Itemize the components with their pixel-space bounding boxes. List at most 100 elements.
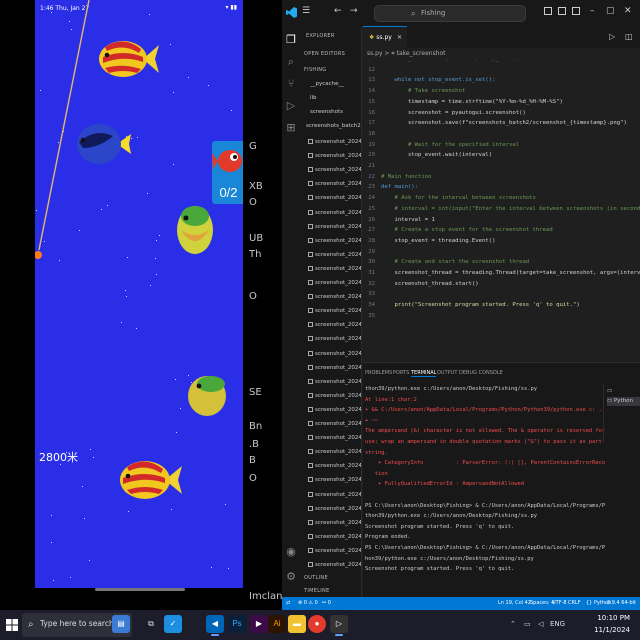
windows-start-icon[interactable] xyxy=(6,619,18,631)
account-icon[interactable]: ◉ xyxy=(285,546,297,558)
vscode-app-icon[interactable]: ◀ xyxy=(206,615,224,636)
split-editor-icon[interactable]: ◫ xyxy=(625,32,633,41)
code-line[interactable]: 20 stop_event.wait(interval) xyxy=(363,150,640,160)
file-item[interactable]: screenshot_2024-07... xyxy=(308,277,361,289)
outline-section[interactable]: OUTLINE xyxy=(304,572,361,584)
code-line[interactable]: 30 # Create and start the screenshot thr… xyxy=(363,257,640,267)
file-item[interactable]: screenshot_2024-07... xyxy=(308,446,361,458)
file-explorer-app-icon[interactable]: ▤ xyxy=(112,615,130,633)
window-close-icon[interactable]: ✕ xyxy=(624,6,632,16)
terminal-item-python[interactable]: ▭ Python xyxy=(607,397,640,406)
code-line[interactable]: 21 xyxy=(363,161,640,171)
code-line[interactable]: def take_screenshot(interval, stop_event… xyxy=(363,60,640,64)
folder-item[interactable]: screenshots xyxy=(310,106,361,118)
folder-app-icon[interactable]: ▬ xyxy=(288,615,306,633)
file-item[interactable]: screenshot_2024-07... xyxy=(308,517,361,529)
red-striped-fish-lower[interactable] xyxy=(115,455,183,505)
clock-date[interactable]: 11/1/2024 xyxy=(594,626,630,634)
folder-item[interactable]: lib xyxy=(310,92,361,104)
search-view-icon[interactable]: ⌕ xyxy=(285,56,297,68)
encoding[interactable]: UTF-8 xyxy=(552,597,567,610)
file-item[interactable]: screenshot_2024-07... xyxy=(308,503,361,515)
file-item[interactable]: screenshot_2024-07... xyxy=(308,376,361,388)
file-item[interactable]: screenshot_2024-07... xyxy=(308,404,361,416)
command-center-search[interactable]: ⌕ Fishing xyxy=(374,5,526,22)
remote-indicator-icon[interactable]: ⇄ xyxy=(286,597,290,610)
line-ending[interactable]: CRLF xyxy=(568,597,581,610)
breadcrumb[interactable]: ss.py > ⌗ take_screenshot xyxy=(367,50,446,58)
file-item[interactable]: screenshot_2024-07... xyxy=(308,249,361,261)
folder-item-open[interactable]: screenshots_batch2 xyxy=(306,120,361,132)
indentation[interactable]: Spaces: 4 xyxy=(530,597,554,610)
forward-arrow-icon[interactable]: → xyxy=(350,6,358,16)
window-minimize-icon[interactable]: – xyxy=(590,6,595,16)
phone-home-bar[interactable] xyxy=(95,588,185,591)
tab-ports[interactable]: PORTS xyxy=(393,370,409,376)
network-icon[interactable]: ▭ xyxy=(524,620,531,628)
file-item[interactable]: screenshot_2024-07... xyxy=(308,460,361,472)
code-line[interactable]: 25 # interval = int(input("Enter the int… xyxy=(363,204,640,214)
tab-ss-py[interactable]: ❖ ss.py ✕ xyxy=(363,26,407,48)
problems-count[interactable]: ⊗ 0 ⚠ 0 xyxy=(298,597,318,610)
language-indicator[interactable]: ENG xyxy=(550,620,565,628)
code-line[interactable]: 13 while not stop_event.is_set(): xyxy=(363,75,640,85)
tab-close-icon[interactable]: ✕ xyxy=(397,27,402,48)
tab-debug-console[interactable]: DEBUG CONSOLE xyxy=(459,370,503,376)
code-line[interactable]: 33 xyxy=(363,289,640,299)
file-item[interactable]: screenshot_2024-07... xyxy=(308,319,361,331)
file-item[interactable]: screenshot_2024-07... xyxy=(308,559,361,571)
photoshop-app-icon[interactable]: Ps xyxy=(228,615,246,633)
code-line[interactable]: 15 timestamp = time.strftime("%Y-%m-%d_%… xyxy=(363,97,640,107)
code-editor[interactable]: def take_screenshot(interval, stop_event… xyxy=(363,60,640,362)
file-item[interactable]: screenshot_2024-07... xyxy=(308,221,361,233)
file-item[interactable]: screenshot_2024-07... xyxy=(308,136,361,148)
back-arrow-icon[interactable]: ← xyxy=(334,6,342,16)
layout-toggle-icon[interactable] xyxy=(544,7,552,15)
code-line[interactable]: 24 # Ask for the interval between screen… xyxy=(363,193,640,203)
sidebar-toggle-icon[interactable] xyxy=(572,7,580,15)
file-item[interactable]: screenshot_2024-07... xyxy=(308,348,361,360)
window-maximize-icon[interactable]: ▢ xyxy=(606,6,615,16)
code-line[interactable]: 27 # Create a stop event for the screens… xyxy=(363,225,640,235)
show-hidden-icons[interactable]: ⌃ xyxy=(510,620,516,628)
illustrator-app-icon[interactable]: Ai xyxy=(268,615,286,633)
file-item[interactable]: screenshot_2024-07... xyxy=(308,178,361,190)
fishing-game-screen[interactable]: 1:46 Thu, Jan 27 ▾ ▮▮ 2800米 xyxy=(35,0,243,588)
tab-output[interactable]: OUTPUT xyxy=(437,370,457,376)
run-python-icon[interactable]: ▷ xyxy=(609,32,615,41)
panel-toggle-icon[interactable] xyxy=(558,7,566,15)
file-item[interactable]: screenshot_2024-07... xyxy=(308,432,361,444)
clock-time[interactable]: 10:10 PM xyxy=(597,614,630,622)
file-item[interactable]: screenshot_2024-07... xyxy=(308,531,361,543)
file-item[interactable]: screenshot_2024-07... xyxy=(308,263,361,275)
terminal-output[interactable]: thon39/python.exe c:/Users/anon/Desktop/… xyxy=(365,383,605,598)
todo-app-icon[interactable]: ✓ xyxy=(164,615,182,633)
phone-mirror-window[interactable]: ▢ ✕ 1:46 Thu, Jan 27 ▾ ▮▮ xyxy=(0,0,282,604)
file-item[interactable]: screenshot_2024-07... xyxy=(308,235,361,247)
code-line[interactable]: 29 xyxy=(363,247,640,257)
file-item[interactable]: screenshot_2024-07... xyxy=(308,333,361,345)
file-item[interactable]: screenshot_2024-07... xyxy=(308,362,361,374)
blue-tang-fish[interactable] xyxy=(73,118,133,170)
vscode-window[interactable]: ☰ ← → ⌕ Fishing – ▢ ✕ ❐ ⌕ ⑂ ▷ ⊞ ◉ ⚙ EXPL… xyxy=(282,0,640,610)
code-line[interactable]: 32 screenshot_thread.start() xyxy=(363,279,640,289)
folder-root[interactable]: FISHING xyxy=(304,64,361,76)
code-line[interactable]: 26 interval = 1 xyxy=(363,215,640,225)
source-control-icon[interactable]: ⑂ xyxy=(285,78,297,90)
cursor-position[interactable]: Ln 19, Col 42 xyxy=(498,597,531,610)
code-line[interactable]: 35 xyxy=(363,311,640,321)
file-item[interactable]: screenshot_2024-07... xyxy=(308,545,361,557)
red-striped-fish[interactable] xyxy=(95,35,160,83)
settings-gear-icon[interactable]: ⚙ xyxy=(285,571,297,583)
code-line[interactable]: 28 stop_event = threading.Event() xyxy=(363,236,640,246)
chrome-app-icon[interactable]: ● xyxy=(308,615,326,633)
file-item[interactable]: screenshot_2024-07... xyxy=(308,390,361,402)
code-line[interactable]: 18 xyxy=(363,129,640,139)
tab-terminal[interactable]: TERMINAL xyxy=(411,370,437,377)
editor-group[interactable]: ❖ ss.py ✕ ▷ ◫ ss.py > ⌗ take_screenshot … xyxy=(363,26,640,362)
ports-count[interactable]: ⚯ 0 xyxy=(322,597,331,610)
terminal-item-powershell[interactable]: ▭ powershell xyxy=(607,387,640,403)
timeline-section[interactable]: TIMELINE xyxy=(304,585,361,597)
code-line[interactable]: 16 screenshot = pyautogui.screenshot() xyxy=(363,108,640,118)
volume-icon[interactable]: ◁ xyxy=(538,620,543,628)
